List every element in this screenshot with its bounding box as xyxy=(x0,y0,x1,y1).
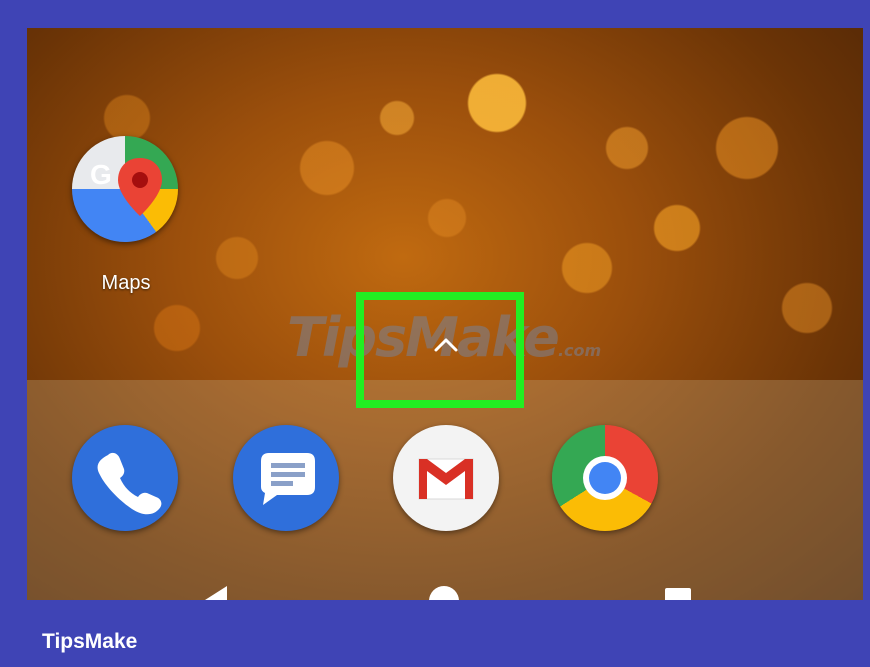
watermark-suffix: .com xyxy=(557,341,602,360)
back-icon[interactable] xyxy=(205,586,227,600)
footer: TipsMake xyxy=(0,600,870,667)
gmail-app-icon[interactable] xyxy=(393,425,499,531)
chevron-up-icon[interactable] xyxy=(433,334,459,354)
recents-icon[interactable] xyxy=(665,588,691,600)
gmail-icon xyxy=(418,458,474,500)
top-frame xyxy=(27,0,863,28)
maps-app-icon[interactable]: G xyxy=(72,136,178,242)
svg-text:G: G xyxy=(90,159,112,190)
messages-icon xyxy=(261,453,315,505)
messages-app-icon[interactable] xyxy=(233,425,339,531)
google-maps-icon: G xyxy=(90,158,162,216)
maps-app-label: Maps xyxy=(101,272,151,294)
chrome-icon xyxy=(583,456,627,500)
chrome-app-icon[interactable] xyxy=(552,425,658,531)
phone-icon xyxy=(97,452,162,515)
phone-app-icon[interactable] xyxy=(72,425,178,531)
footer-brand: TipsMake xyxy=(42,630,138,653)
home-screen-wallpaper: G Maps TipsMake.com xyxy=(27,28,863,600)
